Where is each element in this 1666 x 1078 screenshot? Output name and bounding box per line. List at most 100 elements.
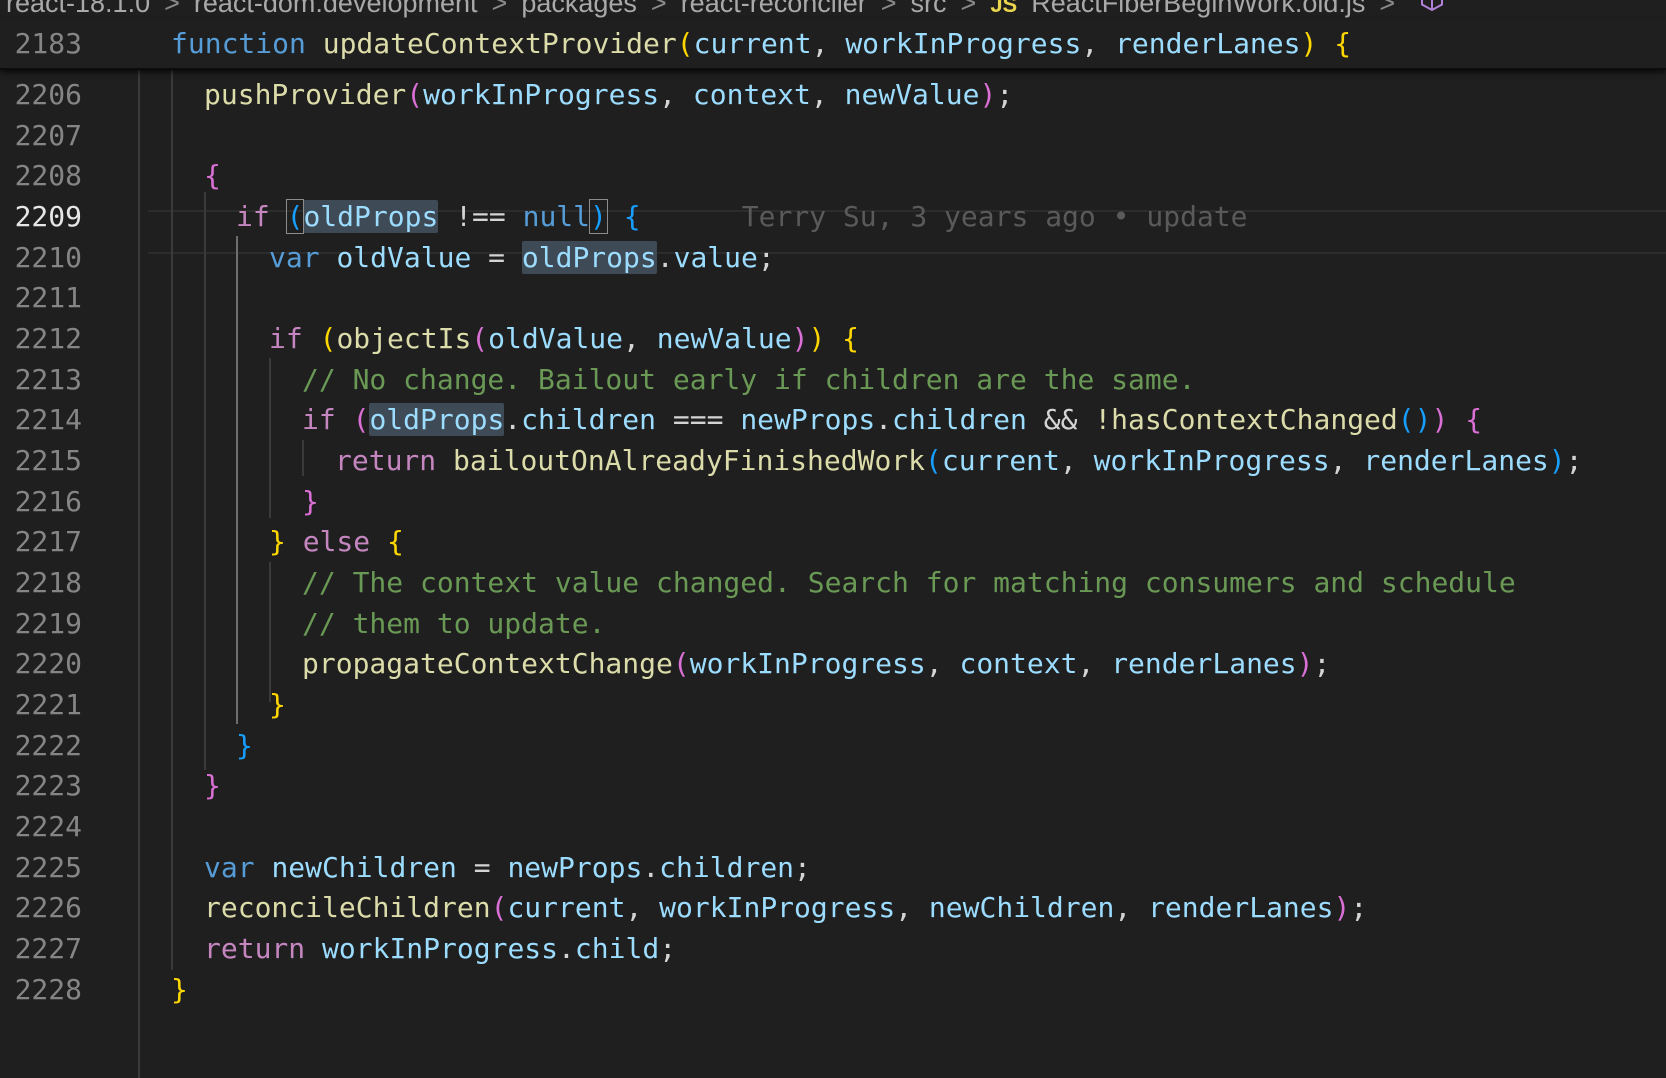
line-number: 2206 bbox=[14, 78, 82, 111]
argument: context bbox=[692, 78, 811, 111]
code-comment[interactable]: // No change. Bailout early if children … bbox=[302, 358, 1195, 402]
line-number: 2183 bbox=[14, 27, 82, 60]
indent-guide bbox=[204, 192, 206, 770]
line-number: 2219 bbox=[14, 607, 82, 640]
sticky-scroll-divider bbox=[0, 68, 1666, 70]
argument: workInProgress bbox=[1093, 444, 1330, 477]
code-line[interactable]: { bbox=[204, 154, 221, 198]
indent-guide bbox=[171, 70, 173, 970]
variable: newProps bbox=[740, 403, 876, 436]
breadcrumb-item-file[interactable]: ReactFiberBeginWork.old.js bbox=[1031, 0, 1365, 18]
keyword: if bbox=[269, 322, 303, 355]
git-blame-annotation[interactable]: Terry Su, 3 years ago • update bbox=[742, 200, 1248, 233]
line-number: 2210 bbox=[14, 241, 82, 274]
indent-guide bbox=[269, 562, 271, 702]
variable: workInProgress bbox=[322, 932, 559, 965]
keyword: var bbox=[269, 241, 320, 274]
param: current bbox=[693, 27, 812, 60]
argument: workInProgress bbox=[659, 891, 896, 924]
function-call: reconcileChildren bbox=[204, 891, 491, 924]
breadcrumb-separator: > bbox=[164, 0, 180, 18]
line-number: 2217 bbox=[14, 525, 82, 558]
code-line[interactable]: var newChildren = newProps.children; bbox=[204, 846, 811, 890]
code-line[interactable]: } bbox=[269, 683, 286, 727]
argument: newValue bbox=[656, 322, 792, 355]
line-number: 2212 bbox=[14, 322, 82, 355]
line-number: 2208 bbox=[14, 159, 82, 192]
breadcrumb-separator: > bbox=[491, 0, 508, 18]
cube-icon[interactable] bbox=[1419, 0, 1445, 13]
code-line[interactable]: if (oldProps.children === newProps.child… bbox=[302, 398, 1482, 442]
breadcrumb: react-18.1.0 > react-dom.development > packa… bbox=[0, 0, 1666, 20]
code-line[interactable]: } bbox=[204, 764, 221, 808]
breadcrumb-item-package[interactable]: react-dom.development bbox=[194, 0, 478, 18]
argument: renderLanes bbox=[1363, 444, 1549, 477]
function-call: propagateContextChange bbox=[302, 647, 673, 680]
line-number: 2228 bbox=[14, 973, 82, 1006]
code-line[interactable]: } bbox=[171, 968, 188, 1012]
param: workInProgress bbox=[845, 27, 1082, 60]
code-line[interactable]: return workInProgress.child; bbox=[204, 927, 676, 971]
line-number: 2222 bbox=[14, 729, 82, 762]
code-line[interactable]: pushProvider(workInProgress, context, ne… bbox=[204, 73, 1013, 117]
variable: oldValue bbox=[336, 241, 472, 274]
blame-age: 3 years ago bbox=[910, 200, 1096, 233]
blame-message: update bbox=[1146, 200, 1248, 233]
variable: newChildren bbox=[271, 851, 457, 884]
argument: oldValue bbox=[488, 322, 624, 355]
argument: current bbox=[941, 444, 1060, 477]
keyword: if bbox=[302, 403, 336, 436]
function-name: updateContextProvider bbox=[322, 27, 677, 60]
line-number: 2225 bbox=[14, 851, 82, 884]
function-call: pushProvider bbox=[204, 78, 407, 111]
indent-guide bbox=[269, 358, 271, 518]
line-number: 2220 bbox=[14, 647, 82, 680]
code-line[interactable]: } bbox=[302, 480, 319, 524]
line-number: 2211 bbox=[14, 281, 82, 314]
code-line: function updateContextProvider(current, … bbox=[171, 27, 1352, 60]
code-line[interactable]: } else { bbox=[269, 520, 404, 564]
breadcrumb-item-packages[interactable]: packages bbox=[521, 0, 637, 18]
code-comment[interactable]: // them to update. bbox=[302, 602, 605, 646]
js-file-icon: JS bbox=[990, 0, 1018, 17]
code-line[interactable]: reconcileChildren(current, workInProgres… bbox=[204, 886, 1367, 930]
line-number: 2223 bbox=[14, 769, 82, 802]
argument: renderLanes bbox=[1148, 891, 1334, 924]
keyword: function bbox=[171, 27, 306, 60]
code-line-active[interactable]: if (oldProps !== null) { Terry Su, 3 yea… bbox=[236, 195, 1248, 239]
sticky-scroll-header[interactable]: 2183 function updateContextProvider(curr… bbox=[0, 20, 1666, 68]
property: children bbox=[892, 403, 1027, 436]
breadcrumb-item-src[interactable]: src bbox=[911, 0, 947, 18]
function-call: !hasContextChanged bbox=[1094, 403, 1398, 436]
code-line[interactable]: var oldValue = oldProps.value; bbox=[269, 236, 775, 280]
property: child bbox=[574, 932, 660, 965]
operator: === bbox=[672, 403, 724, 436]
breadcrumb-item-reconciler[interactable]: react-reconciler bbox=[681, 0, 867, 18]
property: children bbox=[659, 851, 795, 884]
line-number: 2213 bbox=[14, 363, 82, 396]
argument: current bbox=[507, 891, 626, 924]
line-number: 2215 bbox=[14, 444, 82, 477]
function-call: bailoutOnAlreadyFinishedWork bbox=[453, 444, 926, 477]
breadcrumb-item-project[interactable]: react-18.1.0 bbox=[6, 0, 150, 18]
variable: newProps bbox=[507, 851, 643, 884]
argument: context bbox=[959, 647, 1078, 680]
blame-author: Terry Su bbox=[741, 200, 877, 233]
line-number: 2214 bbox=[14, 403, 82, 436]
argument: workInProgress bbox=[689, 647, 926, 680]
code-comment[interactable]: // The context value changed. Search for… bbox=[302, 561, 1516, 605]
line-number: 2226 bbox=[14, 891, 82, 924]
breadcrumb-separator: > bbox=[880, 0, 897, 18]
code-line[interactable]: propagateContextChange(workInProgress, c… bbox=[302, 642, 1330, 686]
keyword: return bbox=[335, 444, 437, 477]
code-line[interactable]: return bailoutOnAlreadyFinishedWork(curr… bbox=[335, 439, 1583, 483]
code-line[interactable]: if (objectIs(oldValue, newValue)) { bbox=[269, 317, 859, 361]
operator: = bbox=[488, 241, 506, 274]
line-number: 2216 bbox=[14, 485, 82, 518]
keyword: if bbox=[236, 200, 270, 233]
indent-guide bbox=[302, 440, 304, 476]
line-number: 2227 bbox=[14, 932, 82, 965]
operator: !== bbox=[455, 200, 506, 233]
code-line[interactable]: } bbox=[236, 724, 253, 768]
breadcrumb-separator: > bbox=[960, 0, 977, 18]
